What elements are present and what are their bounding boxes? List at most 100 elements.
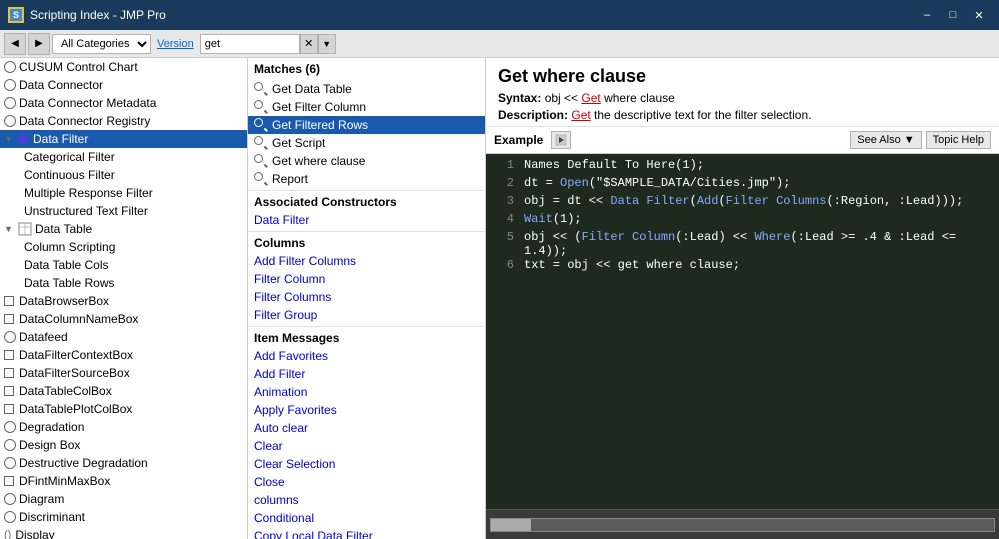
tree-item-label: DataFilterContextBox: [19, 348, 133, 362]
tree-item-categorical-filter[interactable]: Categorical Filter: [0, 148, 247, 166]
circle-icon: [4, 439, 16, 451]
tree-item-data-table-cols[interactable]: Data Table Cols: [0, 256, 247, 274]
link-label: Add Filter: [254, 367, 305, 381]
tree-item-data-table-rows[interactable]: Data Table Rows: [0, 274, 247, 292]
tree-item-dfintminmaxbox[interactable]: DFintMinMaxBox: [0, 472, 247, 490]
match-label: Get Filter Column: [272, 100, 366, 114]
close-button[interactable]: ✕: [967, 5, 991, 25]
match-item-get-script[interactable]: Get Script: [248, 134, 485, 152]
code-line-3: 3 obj = dt << Data Filter(Add(Filter Col…: [494, 194, 991, 212]
tree-item-datafeed[interactable]: Datafeed: [0, 328, 247, 346]
parens-icon: (): [4, 529, 11, 539]
right-panel: Get where clause Syntax: obj << Get wher…: [486, 58, 999, 539]
link-item-copy-local-data-filter[interactable]: Copy Local Data Filter: [248, 527, 485, 539]
tree-item-column-scripting[interactable]: Column Scripting: [0, 238, 247, 256]
match-item-get-filter-column[interactable]: Get Filter Column: [248, 98, 485, 116]
tree-item-label: Data Filter: [33, 132, 88, 146]
link-label: Copy Local Data Filter: [254, 529, 373, 539]
tree-item-data-filter[interactable]: ▼ Data Filter: [0, 130, 247, 148]
tree-item-degradation[interactable]: Degradation: [0, 418, 247, 436]
maximize-button[interactable]: □: [941, 5, 965, 25]
link-item-filter-column[interactable]: Filter Column: [248, 270, 485, 288]
match-item-get-data-table[interactable]: Get Data Table: [248, 80, 485, 98]
tree-item-data-connector-reg[interactable]: Data Connector Registry: [0, 112, 247, 130]
tree-item-label: Data Table Rows: [24, 276, 115, 290]
topic-help-button[interactable]: Topic Help: [926, 131, 991, 149]
minimize-button[interactable]: –: [915, 5, 939, 25]
match-label: Get Script: [272, 136, 325, 150]
link-label: Conditional: [254, 511, 314, 525]
link-label: Animation: [254, 385, 307, 399]
match-item-get-filtered-rows[interactable]: Get Filtered Rows: [248, 116, 485, 134]
tree-item-data-table[interactable]: ▼ Data Table: [0, 220, 247, 238]
tree-item-datacolumnnamebox[interactable]: DataColumnNameBox: [0, 310, 247, 328]
tree-item-cusum[interactable]: CUSUM Control Chart: [0, 58, 247, 76]
search-icon: [254, 172, 268, 186]
link-item-data-filter[interactable]: Data Filter: [248, 211, 485, 229]
back-button[interactable]: ◀: [4, 33, 26, 55]
tree-item-destructive-degradation[interactable]: Destructive Degradation: [0, 454, 247, 472]
search-clear-button[interactable]: ✕: [300, 34, 318, 54]
category-dropdown[interactable]: All Categories: [52, 34, 151, 54]
link-item-apply-favorites[interactable]: Apply Favorites: [248, 401, 485, 419]
tree-item-display[interactable]: () Display: [0, 526, 247, 539]
link-item-close[interactable]: Close: [248, 473, 485, 491]
horizontal-scrollbar[interactable]: [490, 518, 995, 532]
syntax-text: obj << Get where clause: [545, 91, 675, 105]
link-item-columns-msg[interactable]: columns: [248, 491, 485, 509]
link-item-filter-group[interactable]: Filter Group: [248, 306, 485, 324]
tree-item-data-connector[interactable]: Data Connector: [0, 76, 247, 94]
line-number: 1: [494, 158, 514, 172]
forward-button[interactable]: ▶: [28, 33, 50, 55]
tree-item-label: Data Table Cols: [24, 258, 109, 272]
tree-item-datafiltercontextbox[interactable]: DataFilterContextBox: [0, 346, 247, 364]
tree-item-label: Categorical Filter: [24, 150, 115, 164]
diamond-icon: [16, 132, 30, 146]
link-item-clear-selection[interactable]: Clear Selection: [248, 455, 485, 473]
link-item-add-favorites[interactable]: Add Favorites: [248, 347, 485, 365]
doc-syntax: Syntax: obj << Get where clause: [498, 91, 987, 105]
tree-item-unstructured-text-filter[interactable]: Unstructured Text Filter: [0, 202, 247, 220]
tree-item-continuous-filter[interactable]: Continuous Filter: [0, 166, 247, 184]
link-item-add-filter-columns[interactable]: Add Filter Columns: [248, 252, 485, 270]
see-also-button[interactable]: See Also ▼: [850, 131, 921, 149]
tree-item-datafiltersourcebox[interactable]: DataFilterSourceBox: [0, 364, 247, 382]
tree-item-design-box[interactable]: Design Box: [0, 436, 247, 454]
tree-item-multiple-response-filter[interactable]: Multiple Response Filter: [0, 184, 247, 202]
tree-item-label: Discriminant: [19, 510, 85, 524]
tree-item-discriminant[interactable]: Discriminant: [0, 508, 247, 526]
search-dropdown-button[interactable]: ▼: [318, 34, 336, 54]
circle-icon: [4, 97, 16, 109]
link-item-animation[interactable]: Animation: [248, 383, 485, 401]
search-input[interactable]: [200, 34, 300, 54]
bottom-scrollbar-area: [486, 509, 999, 539]
link-item-auto-clear[interactable]: Auto clear: [248, 419, 485, 437]
syntax-prefix: Syntax:: [498, 91, 541, 105]
match-item-report[interactable]: Report: [248, 170, 485, 188]
tree-item-data-connector-meta[interactable]: Data Connector Metadata: [0, 94, 247, 112]
link-label: Filter Columns: [254, 290, 331, 304]
section-item-messages: Item Messages: [248, 326, 485, 347]
tree-item-datatabpleplotcolbox[interactable]: DataTablePlotColBox: [0, 400, 247, 418]
match-item-get-where-clause[interactable]: Get where clause: [248, 152, 485, 170]
section-associated-constructors: Associated Constructors: [248, 190, 485, 211]
svg-text:S: S: [13, 10, 19, 20]
code-text: Names Default To Here(1);: [524, 158, 991, 172]
tree-item-diagram[interactable]: Diagram: [0, 490, 247, 508]
tree-item-label: Data Connector Registry: [19, 114, 150, 128]
version-link[interactable]: Version: [157, 38, 194, 50]
tree-item-datatablecolbox[interactable]: DataTableColBox: [0, 382, 247, 400]
link-item-conditional[interactable]: Conditional: [248, 509, 485, 527]
example-toolbar: Example See Also ▼ Topic Help: [486, 127, 999, 154]
link-label: Add Filter Columns: [254, 254, 356, 268]
link-label: Add Favorites: [254, 349, 328, 363]
tree-item-label: Data Connector Metadata: [19, 96, 156, 110]
link-item-filter-columns[interactable]: Filter Columns: [248, 288, 485, 306]
search-container: ✕ ▼: [200, 34, 336, 54]
line-number: 4: [494, 212, 514, 226]
tree-item-databrowserbox[interactable]: DataBrowserBox: [0, 292, 247, 310]
window-title: Scripting Index - JMP Pro: [30, 8, 915, 22]
link-item-clear[interactable]: Clear: [248, 437, 485, 455]
run-example-button[interactable]: [551, 131, 571, 149]
link-item-add-filter[interactable]: Add Filter: [248, 365, 485, 383]
